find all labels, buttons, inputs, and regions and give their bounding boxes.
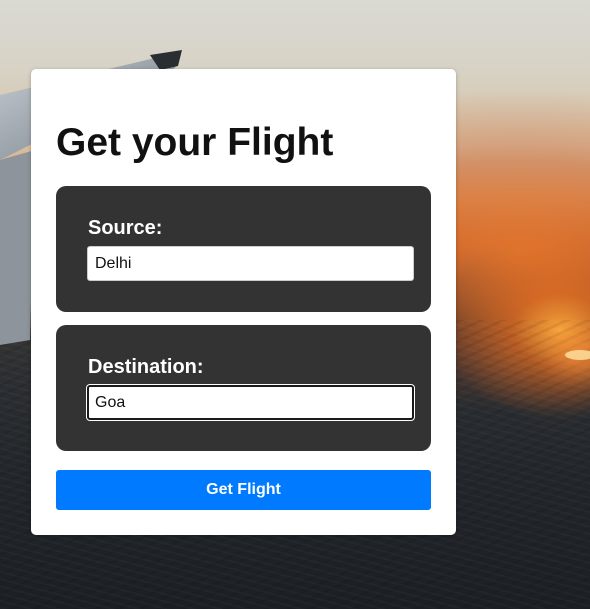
destination-input[interactable] xyxy=(87,385,414,420)
source-panel: Source: xyxy=(56,186,431,312)
flight-search-card: Get your Flight Source: Destination: Get… xyxy=(31,69,456,535)
source-label: Source: xyxy=(88,217,163,239)
destination-panel: Destination: xyxy=(56,325,431,451)
destination-label: Destination: xyxy=(88,356,204,378)
get-flight-button[interactable]: Get Flight xyxy=(56,470,431,510)
page-title: Get your Flight xyxy=(56,121,334,164)
source-input[interactable] xyxy=(87,246,414,281)
